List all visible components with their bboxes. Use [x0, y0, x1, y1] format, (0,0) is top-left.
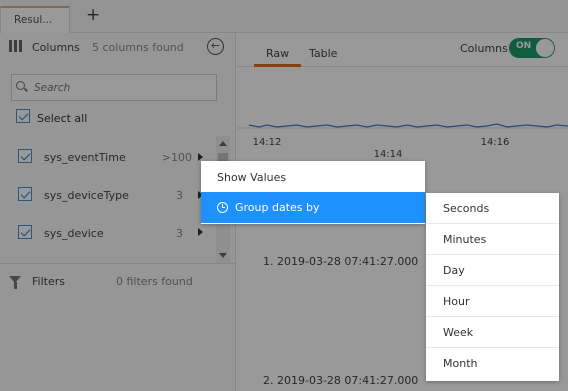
- submenu-item-month[interactable]: Month: [426, 348, 559, 379]
- submenu-item-hour[interactable]: Hour: [426, 286, 559, 317]
- menu-item-label: Show Values: [217, 171, 287, 184]
- field-context-menu: Show Values Group dates by: [201, 161, 425, 224]
- menu-item-group-dates-by[interactable]: Group dates by: [201, 192, 425, 223]
- submenu-item-seconds[interactable]: Seconds: [426, 193, 559, 224]
- group-dates-submenu: Seconds Minutes Day Hour Week Month: [426, 193, 559, 381]
- menu-item-show-values[interactable]: Show Values: [201, 162, 425, 193]
- clock-icon: [217, 202, 228, 213]
- submenu-item-week[interactable]: Week: [426, 317, 559, 348]
- submenu-item-day[interactable]: Day: [426, 255, 559, 286]
- menu-item-label: Group dates by: [235, 201, 320, 214]
- submenu-item-minutes[interactable]: Minutes: [426, 224, 559, 255]
